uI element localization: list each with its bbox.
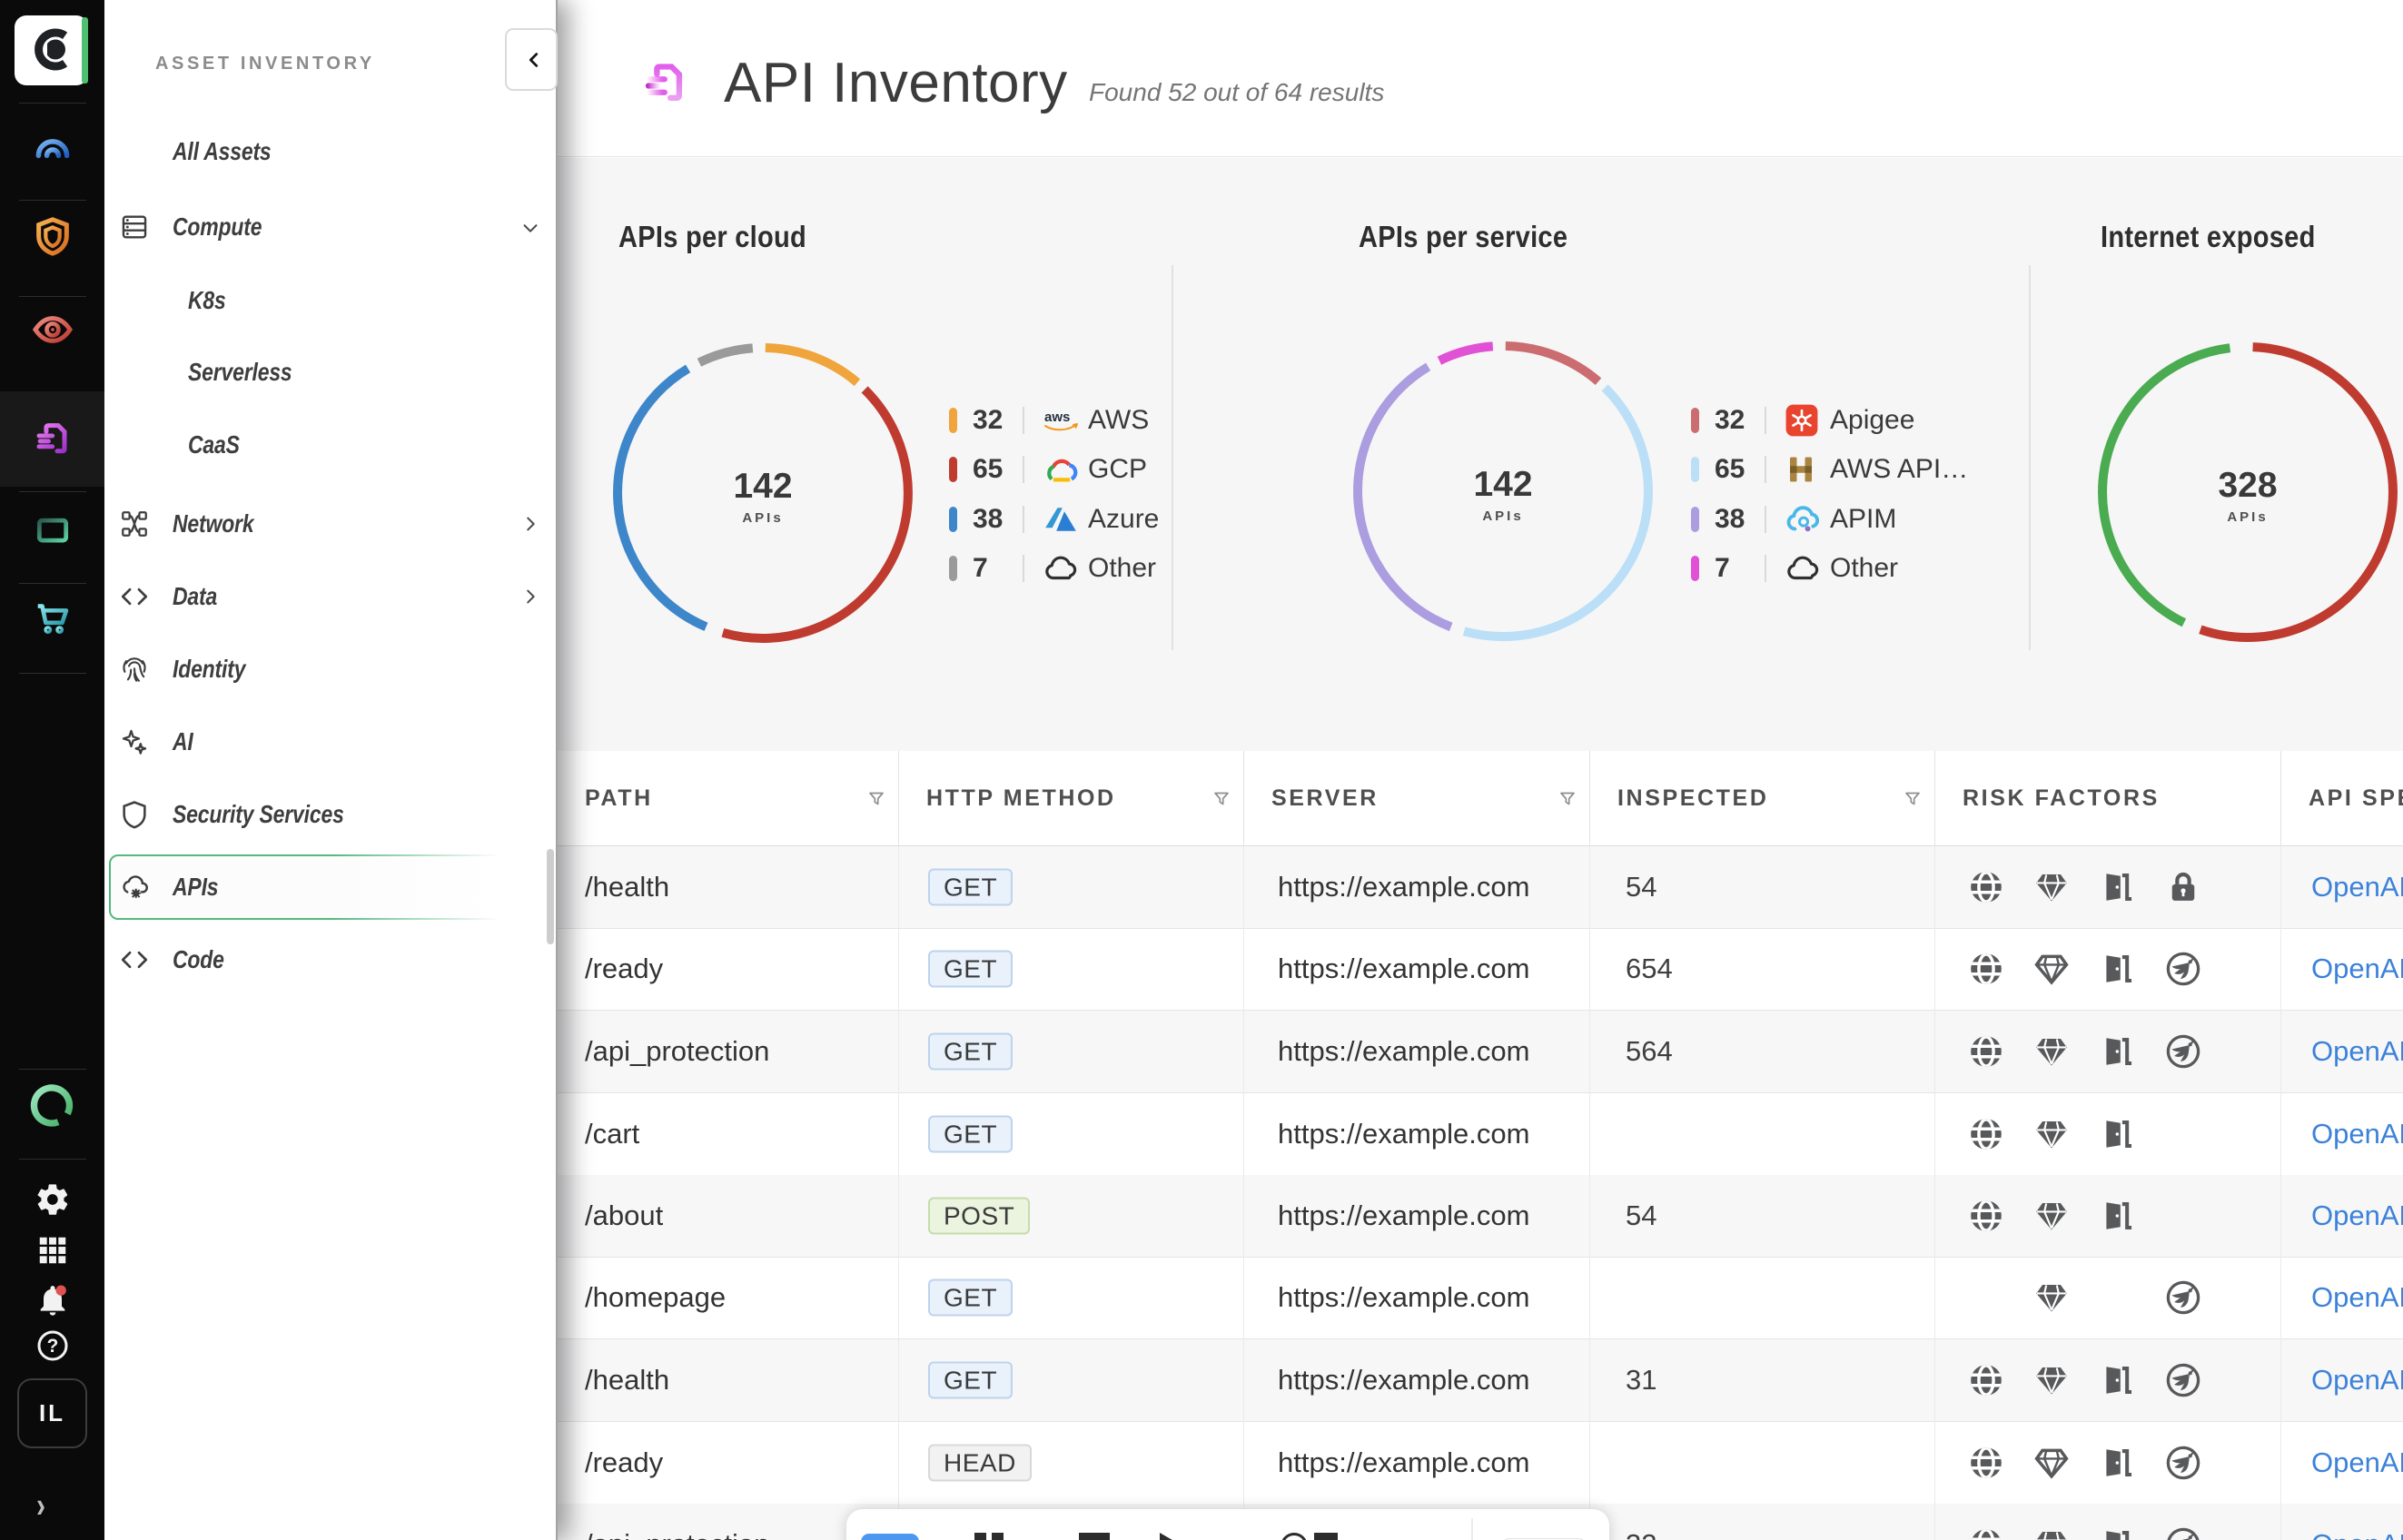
svg-text:aws: aws bbox=[1044, 410, 1070, 425]
svg-text:?: ? bbox=[46, 1336, 58, 1357]
